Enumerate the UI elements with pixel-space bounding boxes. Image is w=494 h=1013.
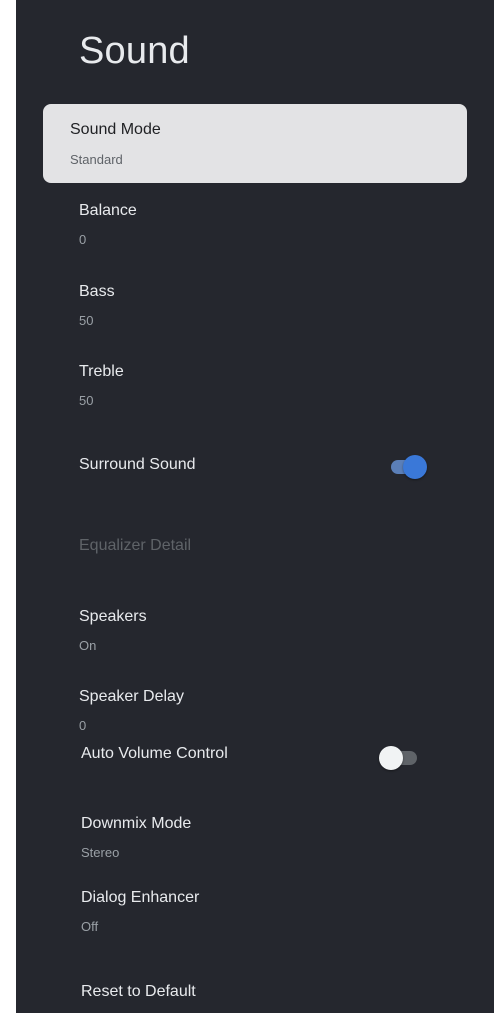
treble-value: 50 (79, 393, 94, 408)
auto-volume-control-item[interactable]: Auto Volume Control (16, 736, 494, 784)
downmix-mode-item[interactable]: Downmix Mode Stereo (16, 804, 494, 868)
reset-to-default-label: Reset to Default (81, 983, 196, 1000)
surround-sound-item[interactable]: Surround Sound (16, 440, 494, 496)
balance-value: 0 (79, 232, 87, 247)
equalizer-detail-item: Equalizer Detail (16, 520, 494, 576)
sound-settings-panel: Sound Sound Mode Standard Balance 0 Bass… (16, 0, 494, 1013)
auto-volume-control-toggle[interactable] (379, 746, 419, 770)
treble-label: Treble (79, 363, 124, 380)
speaker-delay-item[interactable]: Speaker Delay 0 (16, 676, 494, 736)
dialog-enhancer-item[interactable]: Dialog Enhancer Off (16, 878, 494, 942)
speakers-label: Speakers (79, 608, 147, 625)
dialog-enhancer-label: Dialog Enhancer (81, 889, 200, 906)
balance-label: Balance (79, 202, 137, 219)
page-title: Sound (79, 30, 190, 72)
bass-label: Bass (79, 283, 115, 300)
equalizer-detail-label: Equalizer Detail (79, 537, 192, 554)
bass-value: 50 (79, 313, 94, 328)
downmix-mode-label: Downmix Mode (81, 815, 192, 832)
treble-item[interactable]: Treble 50 (16, 352, 494, 424)
speaker-delay-value: 0 (79, 718, 87, 733)
balance-item[interactable]: Balance 0 (16, 190, 494, 262)
speakers-value: On (79, 638, 97, 653)
dialog-enhancer-value: Off (81, 919, 99, 934)
speaker-delay-label: Speaker Delay (79, 688, 184, 705)
surround-sound-toggle[interactable] (387, 455, 427, 479)
surround-sound-label: Surround Sound (79, 456, 196, 473)
toggle-thumb (403, 455, 427, 479)
bass-item[interactable]: Bass 50 (16, 272, 494, 344)
sound-mode-label: Sound Mode (70, 121, 161, 138)
speakers-item[interactable]: Speakers On (16, 596, 494, 660)
downmix-mode-value: Stereo (81, 845, 120, 860)
reset-to-default-item[interactable]: Reset to Default (16, 970, 494, 1013)
toggle-thumb (379, 746, 403, 770)
sound-mode-value: Standard (70, 152, 123, 167)
auto-volume-control-label: Auto Volume Control (81, 745, 228, 762)
sound-mode-item[interactable]: Sound Mode Standard (43, 104, 467, 183)
